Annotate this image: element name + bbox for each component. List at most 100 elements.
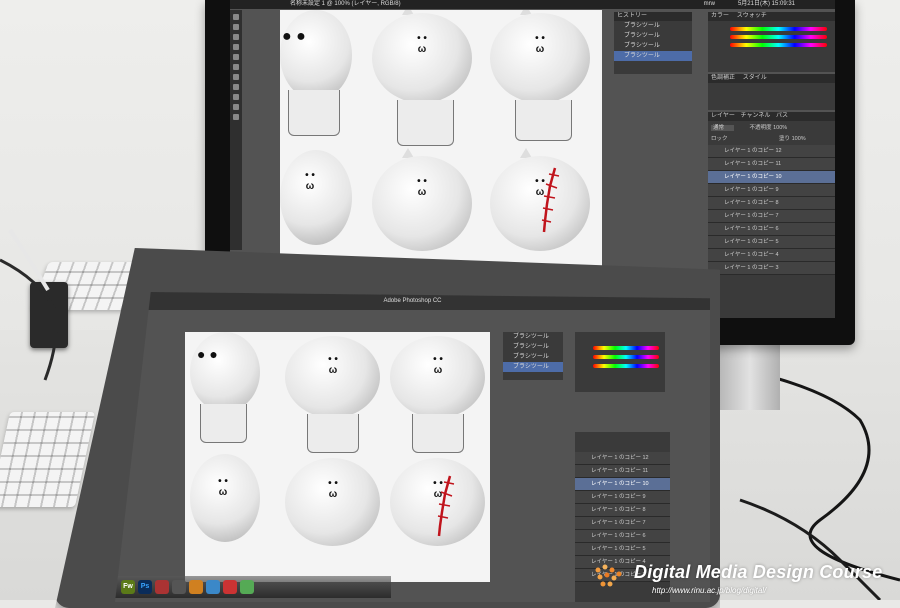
cat-legs xyxy=(307,414,359,453)
layer-row[interactable]: レイヤー 1 のコピー 11 xyxy=(575,465,670,478)
layer-row[interactable]: レイヤー 1 のコピー 7 xyxy=(708,210,835,223)
layer-row-selected[interactable]: レイヤー 1 のコピー 10 xyxy=(575,478,670,491)
color-panel: カラー スウォッチ xyxy=(708,12,835,72)
color-panel-header: カラー スウォッチ xyxy=(708,12,835,21)
layer-row[interactable]: レイヤー 1 のコピー 6 xyxy=(575,530,670,543)
cat-eyes: ● ● xyxy=(282,28,306,45)
cat-face: • • ω xyxy=(417,176,427,198)
fireworks-icon[interactable]: Fw xyxy=(121,580,135,594)
text-tool-icon[interactable] xyxy=(233,104,239,110)
layer-row[interactable]: レイヤー 1 のコピー 9 xyxy=(708,184,835,197)
crop-tool-icon[interactable] xyxy=(233,44,239,50)
layer-row-selected[interactable]: レイヤー 1 のコピー 10 xyxy=(708,171,835,184)
history-item[interactable]: ブラシツール xyxy=(614,31,692,41)
cat-face: • • ω xyxy=(417,33,427,55)
paths-tab[interactable]: パス xyxy=(776,113,788,119)
adjustments-panel: 色調補正 スタイル xyxy=(708,74,835,110)
tablet-color-panel xyxy=(575,332,665,392)
layer-row[interactable]: レイヤー 1 のコピー 9 xyxy=(575,491,670,504)
app-icon[interactable] xyxy=(189,580,203,594)
photoshop-icon[interactable]: Ps xyxy=(138,580,152,594)
blue-slider[interactable] xyxy=(730,43,827,47)
hand-tool-icon[interactable] xyxy=(233,114,239,120)
cat-head xyxy=(285,336,380,418)
layer-row[interactable]: レイヤー 1 のコピー 12 xyxy=(575,452,670,465)
cat-head xyxy=(390,336,485,418)
tablet-screen: Adobe Photoshop CC ● ● • • ω • • ω • • ω • … xyxy=(115,292,710,602)
tablet-canvas[interactable]: ● ● • • ω • • ω • • ω • • ω • • ω xyxy=(185,332,490,582)
layer-row[interactable]: レイヤー 1 のコピー 4 xyxy=(708,249,835,262)
monitor-stand xyxy=(720,340,780,410)
history-item-selected[interactable]: ブラシツール xyxy=(503,362,563,372)
brush-tool-icon[interactable] xyxy=(233,64,239,70)
lock-row: ロック 塗り 100% xyxy=(708,133,835,145)
lock-label: ロック xyxy=(711,136,728,142)
green-slider[interactable] xyxy=(593,355,659,359)
cat-head xyxy=(280,10,352,100)
opacity-value[interactable]: 100% xyxy=(773,125,787,131)
layers-tab[interactable]: レイヤー xyxy=(711,113,735,119)
eyedropper-tool-icon[interactable] xyxy=(233,54,239,60)
layer-row[interactable]: レイヤー 1 のコピー 5 xyxy=(575,543,670,556)
cat-face: • • ω xyxy=(328,478,338,500)
layer-row[interactable]: レイヤー 1 のコピー 12 xyxy=(708,145,835,158)
app-icon[interactable] xyxy=(206,580,220,594)
lasso-tool-icon[interactable] xyxy=(233,34,239,40)
adjust-tab[interactable]: 色調補正 xyxy=(711,75,735,81)
menubar-time: 5月21日(木) 15:09:31 xyxy=(737,1,795,7)
canvas[interactable]: ● ● • • ω • • ω • • ω • • ω • • ω xyxy=(280,10,602,288)
layer-row[interactable]: レイヤー 1 のコピー 8 xyxy=(575,504,670,517)
swatch-tab[interactable]: スウォッチ xyxy=(737,13,767,19)
history-item[interactable]: ブラシツール xyxy=(503,342,563,352)
cat-drawing: • • ω xyxy=(185,454,275,582)
red-stitch-stroke xyxy=(541,167,560,233)
color-tab[interactable]: カラー xyxy=(711,13,729,19)
marquee-tool-icon[interactable] xyxy=(233,24,239,30)
app-icon[interactable] xyxy=(172,580,186,594)
layer-row[interactable]: レイヤー 1 のコピー 3 xyxy=(708,262,835,275)
channels-tab[interactable]: チャンネル xyxy=(741,113,771,119)
doc-tab[interactable]: 名称未設定 1 @ 100% (レイヤー, RGB/8) xyxy=(290,1,401,7)
stamp-tool-icon[interactable] xyxy=(233,74,239,80)
gradient-tool-icon[interactable] xyxy=(233,94,239,100)
cat-drawing: • • ω xyxy=(490,10,600,155)
cat-head xyxy=(372,13,472,103)
fill-value[interactable]: 100% xyxy=(792,136,806,142)
history-item[interactable]: ブラシツール xyxy=(503,352,563,362)
layer-row[interactable]: レイヤー 1 のコピー 7 xyxy=(575,517,670,530)
history-item[interactable]: ブラシツール xyxy=(614,41,692,51)
app-icon[interactable] xyxy=(240,580,254,594)
layers-panel: レイヤー チャンネル パス 通常 不透明度 100% ロック 塗り 100% レ… xyxy=(708,112,835,318)
adjustments-header: 色調補正 スタイル xyxy=(708,74,835,83)
style-tab[interactable]: スタイル xyxy=(743,75,767,81)
watermark-title: Digital Media Design Course xyxy=(634,562,883,582)
layer-row[interactable]: レイヤー 1 のコピー 11 xyxy=(708,158,835,171)
app-icon[interactable] xyxy=(155,580,169,594)
layer-row[interactable]: レイヤー 1 のコピー 5 xyxy=(708,236,835,249)
green-slider[interactable] xyxy=(730,35,827,39)
app-icon[interactable] xyxy=(223,580,237,594)
cat-drawing: ● ● xyxy=(185,332,275,452)
eraser-tool-icon[interactable] xyxy=(233,84,239,90)
blend-mode-select[interactable]: 通常 xyxy=(711,125,735,131)
red-slider[interactable] xyxy=(730,27,827,31)
cat-legs xyxy=(288,90,340,136)
layer-row[interactable]: レイヤー 1 のコピー 8 xyxy=(708,197,835,210)
red-slider[interactable] xyxy=(593,346,659,350)
move-tool-icon[interactable] xyxy=(233,14,239,20)
cat-legs xyxy=(397,100,454,146)
cat-drawing: • • ω xyxy=(285,332,385,453)
cat-legs xyxy=(515,100,572,141)
history-item[interactable]: ブラシツール xyxy=(614,21,692,31)
blue-slider[interactable] xyxy=(593,364,659,368)
layer-row[interactable]: レイヤー 1 のコピー 6 xyxy=(708,223,835,236)
cat-head xyxy=(285,458,380,546)
watermark-url: http://www.rinu.ac.jp/blog/digital/ xyxy=(652,586,767,595)
layers-tabs: レイヤー チャンネル パス xyxy=(708,112,835,121)
tablet-history-panel: ブラシツール ブラシツール ブラシツール ブラシツール xyxy=(503,332,563,380)
tool-bar[interactable] xyxy=(230,10,242,250)
history-item[interactable]: ブラシツール xyxy=(503,332,563,342)
opacity-label: 不透明度 xyxy=(749,125,772,131)
history-item-selected[interactable]: ブラシツール xyxy=(614,51,692,61)
cat-drawing: • • ω xyxy=(372,10,482,155)
